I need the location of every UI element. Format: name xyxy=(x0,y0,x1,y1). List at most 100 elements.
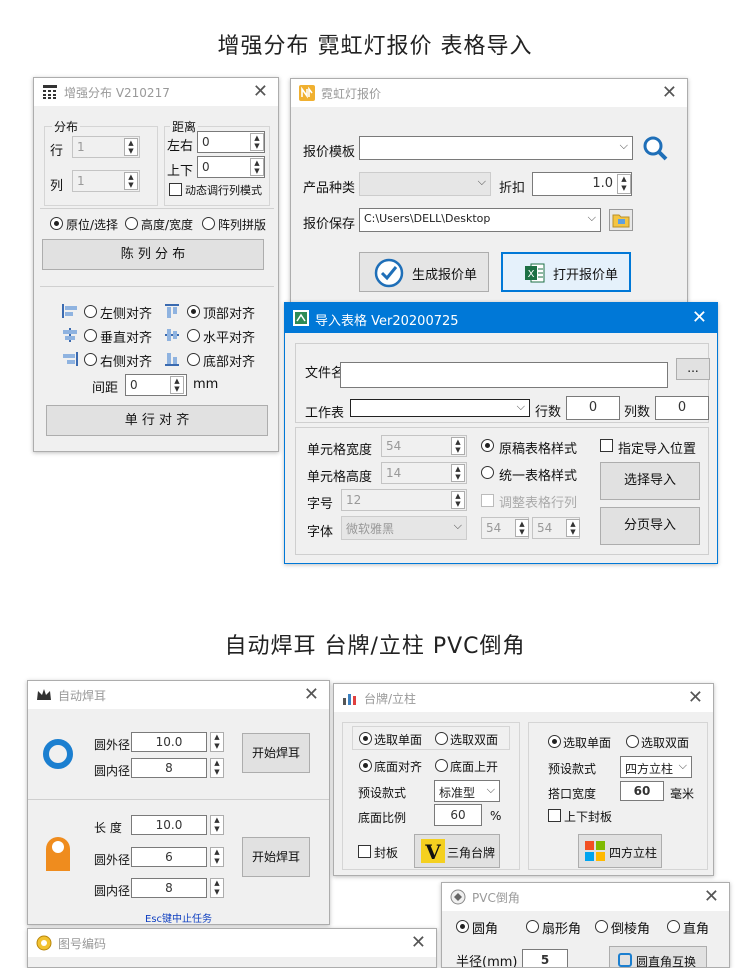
radio-bottom-up[interactable] xyxy=(435,759,448,772)
chevron-down-icon: ⌵ xyxy=(516,400,525,413)
file-input[interactable] xyxy=(340,362,668,388)
outer-diameter-spinner[interactable]: ▲ ▼ xyxy=(210,732,224,752)
preset-2-select[interactable]: 四方立柱 ⌵ xyxy=(620,756,692,778)
outer-diameter-2-input[interactable]: 6 xyxy=(131,847,207,867)
radio-fan-corner[interactable] xyxy=(526,920,539,933)
row-label: 行 xyxy=(50,144,64,159)
preset-select[interactable]: 标准型 ⌵ xyxy=(434,780,500,802)
dynamic-checkbox[interactable] xyxy=(169,183,182,196)
discount-spinner[interactable]: ▲ ▼ xyxy=(617,174,631,194)
open-quote-button[interactable]: X 打开报价单 xyxy=(501,252,631,292)
cover-checkbox[interactable] xyxy=(358,845,371,858)
start-weld-button[interactable]: 开始焊耳 xyxy=(242,733,310,773)
align-right-label: 右侧对齐 xyxy=(100,355,153,370)
close-icon[interactable]: ✕ xyxy=(253,81,268,102)
rows-input[interactable]: 0 xyxy=(566,396,620,420)
sheet-select[interactable]: ⌵ xyxy=(350,399,530,417)
radius-input[interactable]: 5 xyxy=(522,949,568,967)
radio-align-left[interactable] xyxy=(84,305,97,318)
col-spinner[interactable]: ▲ ▼ xyxy=(124,172,138,190)
radio-align-top[interactable] xyxy=(187,305,200,318)
lr-spinner[interactable]: ▲ ▼ xyxy=(250,133,264,151)
radio-single-face-2[interactable] xyxy=(548,735,561,748)
inner-diameter-input[interactable]: 8 xyxy=(131,758,207,778)
cell-height-spinner[interactable]: ▲ ▼ xyxy=(451,464,465,482)
paged-import-button[interactable]: 分页导入 xyxy=(600,507,700,545)
align-button[interactable]: 单 行 对 齐 xyxy=(46,405,268,436)
double-face-2-label: 选取双面 xyxy=(641,736,690,750)
svg-text:V: V xyxy=(424,840,441,863)
template-label: 报价模板 xyxy=(303,145,356,160)
close-icon[interactable]: ✕ xyxy=(692,307,707,328)
font-select[interactable]: 微软雅黑 ⌵ xyxy=(341,516,467,540)
inner-diameter-2-spinner[interactable]: ▲ ▼ xyxy=(210,878,224,898)
distribute-button[interactable]: 陈 列 分 布 xyxy=(42,239,264,270)
swap-corner-button[interactable]: 圆直角互换 xyxy=(609,946,707,967)
radio-bevel-corner[interactable] xyxy=(595,920,608,933)
distribute-window: 增强分布 V210217 ✕ 分布 行 1 ▲ ▼ 列 1 ▲ ▼ 距离 左右 0 … xyxy=(33,77,279,452)
template-select[interactable]: ⌵ xyxy=(359,136,633,160)
select-import-button[interactable]: 选择导入 xyxy=(600,462,700,500)
close-icon[interactable]: ✕ xyxy=(411,932,426,953)
radio-bottom-align[interactable] xyxy=(359,759,372,772)
align-hcenter-label: 水平对齐 xyxy=(203,331,256,346)
generate-quote-button[interactable]: 生成报价单 xyxy=(359,252,489,292)
close-icon[interactable]: ✕ xyxy=(704,886,719,907)
close-icon[interactable]: ✕ xyxy=(688,687,703,708)
save-label: 报价保存 xyxy=(303,217,356,232)
import-titlebar: 导入表格 Ver20200725 ✕ xyxy=(285,303,717,333)
radio-original[interactable] xyxy=(50,217,63,230)
single-face-2-label: 选取单面 xyxy=(563,736,612,750)
inner-diameter-spinner[interactable]: ▲ ▼ xyxy=(210,758,224,778)
radio-array[interactable] xyxy=(202,217,215,230)
radio-align-bottom[interactable] xyxy=(187,353,200,366)
neon-title: 霓虹灯报价 xyxy=(321,87,382,101)
square-column-button[interactable]: 四方立柱 xyxy=(578,834,662,868)
radio-double-face[interactable] xyxy=(435,732,448,745)
adjust-height-spinner[interactable]: ▲ ▼ xyxy=(566,519,580,537)
width-input[interactable]: 60 xyxy=(620,781,664,801)
font-size-spinner[interactable]: ▲ ▼ xyxy=(451,491,465,509)
length-spinner[interactable]: ▲ ▼ xyxy=(210,815,224,835)
font-size-input[interactable]: 12 xyxy=(341,489,467,511)
ratio-input[interactable]: 60 xyxy=(434,804,482,826)
category-select[interactable]: ⌵ xyxy=(359,172,491,196)
inner-diameter-2-label: 圆内径 xyxy=(94,884,131,898)
neon-quote-window: 霓虹灯报价 ✕ 报价模板 ⌵ 产品种类 ⌵ 折扣 1.0 ▲ ▼ 报价保存 C:\… xyxy=(290,78,688,303)
search-icon[interactable] xyxy=(641,134,669,162)
adjust-width-spinner[interactable]: ▲ ▼ xyxy=(515,519,529,537)
radio-original-style[interactable] xyxy=(481,439,494,452)
triangle-sign-button[interactable]: V 三角台牌 xyxy=(414,834,500,868)
radio-unified-style[interactable] xyxy=(481,466,494,479)
divider xyxy=(40,286,274,287)
inner-diameter-2-input[interactable]: 8 xyxy=(131,878,207,898)
pvc-logo-icon xyxy=(450,889,466,905)
browse-button[interactable]: ... xyxy=(676,358,710,380)
radio-align-hcenter[interactable] xyxy=(187,329,200,342)
ud-spinner[interactable]: ▲ ▼ xyxy=(250,158,264,176)
specify-position-checkbox[interactable] xyxy=(600,439,613,452)
radio-align-vcenter[interactable] xyxy=(84,329,97,342)
adjust-rows-checkbox[interactable] xyxy=(481,494,494,507)
save-path-select[interactable]: C:\Users\DELL\Desktop ⌵ xyxy=(359,208,601,232)
length-input[interactable]: 10.0 xyxy=(131,815,207,835)
radio-round-corner[interactable] xyxy=(456,920,469,933)
close-icon[interactable]: ✕ xyxy=(662,82,677,103)
outer-diameter-2-spinner[interactable]: ▲ ▼ xyxy=(210,847,224,867)
gap-spinner[interactable]: ▲ ▼ xyxy=(170,376,184,394)
radio-single-face[interactable] xyxy=(359,732,372,745)
updown-checkbox[interactable] xyxy=(548,809,561,822)
close-icon[interactable]: ✕ xyxy=(304,684,319,705)
cell-width-spinner[interactable]: ▲ ▼ xyxy=(451,437,465,455)
radio-align-right[interactable] xyxy=(84,353,97,366)
outer-diameter-input[interactable]: 10.0 xyxy=(131,732,207,752)
radio-height-width[interactable] xyxy=(125,217,138,230)
pvc-titlebar: PVC倒角 ✕ xyxy=(442,883,729,911)
crown-icon xyxy=(37,689,51,700)
cols-input[interactable]: 0 xyxy=(655,396,709,420)
radio-double-face-2[interactable] xyxy=(626,735,639,748)
radio-right-angle[interactable] xyxy=(667,920,680,933)
row-spinner[interactable]: ▲ ▼ xyxy=(124,138,138,156)
folder-icon[interactable] xyxy=(609,209,633,231)
start-weld-2-button[interactable]: 开始焊耳 xyxy=(242,837,310,877)
